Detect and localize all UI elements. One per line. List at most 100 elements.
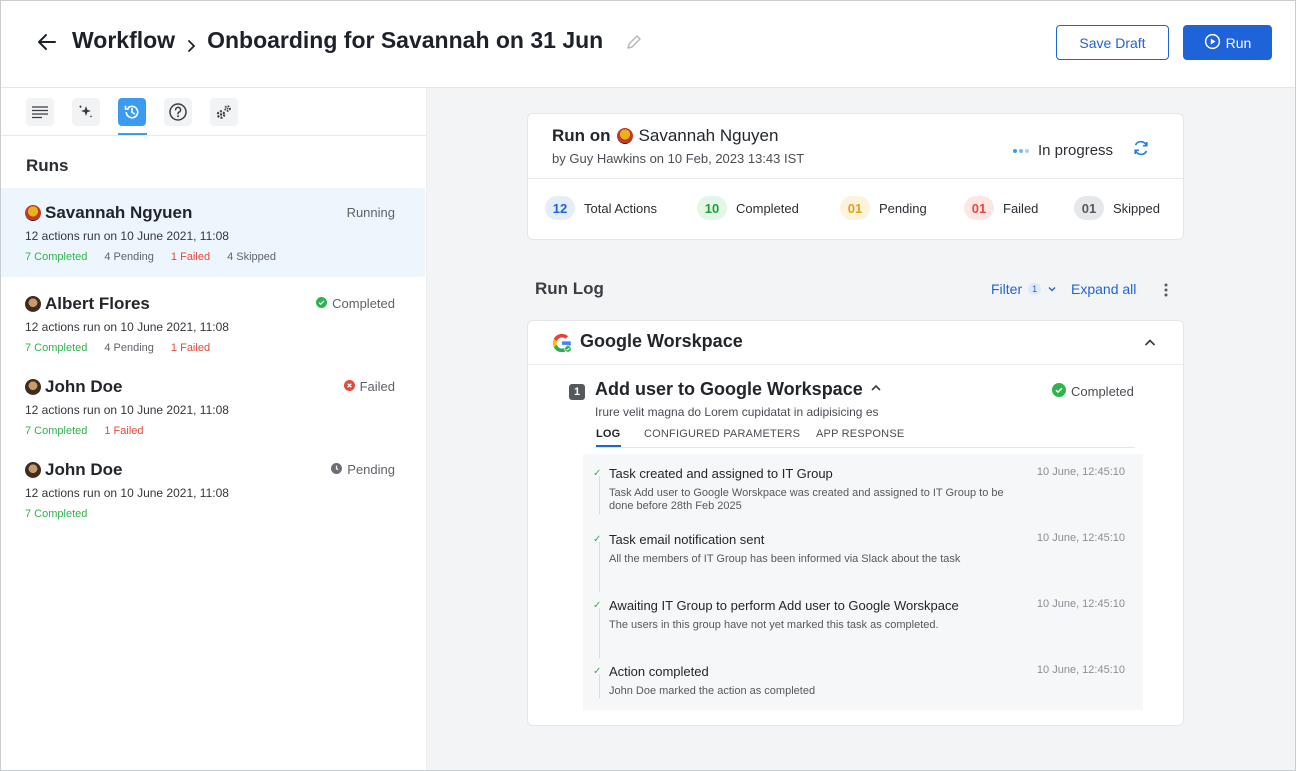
run-list-item[interactable]: Savannah Ngyuen Running 12 actions run o… [1,188,425,277]
run-list-item[interactable]: Albert Flores Completed 12 actions run o… [1,279,425,368]
log-entry-title: Awaiting IT Group to perform Add user to… [609,598,959,613]
list-icon[interactable] [26,98,54,126]
pencil-icon[interactable] [625,33,643,51]
app-window: Workflow Onboarding for Savannah on 31 J… [0,0,1296,771]
tab-app-response[interactable]: APP RESPONSE [816,428,904,440]
tab-configured-parameters[interactable]: CONFIGURED PARAMETERS [644,428,800,440]
run-meta: by Guy Hawkins on 10 Feb, 2023 13:43 IST [552,151,804,166]
filter-dropdown[interactable]: Filter 1 [991,281,1057,297]
run-subtitle: 12 actions run on 10 June 2021, 11:08 [25,486,229,500]
run-button-label: Run [1225,34,1252,51]
run-name: Albert Flores [25,294,150,314]
filter-label: Filter [991,281,1023,297]
google-logo-icon [551,332,573,354]
action-title-text: Add user to Google Workspace [595,379,863,399]
log-entry-title: Task email notification sent [609,532,765,547]
timeline-connector [599,674,600,698]
action-status: Completed [1052,383,1134,400]
check-icon: ✓ [593,600,602,611]
run-on-heading: Run on Savannah Nguyen [552,126,778,146]
run-stats: 7 Completed 1 Failed [25,425,144,437]
check-circle-icon [316,296,328,311]
completed-count: 7 Completed [25,508,88,520]
log-entry-title: Task created and assigned to IT Group [609,466,833,481]
run-log-heading: Run Log [535,279,604,298]
stat-label: Skipped [1113,200,1160,216]
runs-sidebar: Runs Savannah Ngyuen Running 12 actions … [1,88,427,770]
stat-count-pill: 01 [964,196,994,220]
active-tab-indicator [596,445,621,447]
run-subtitle: 12 actions run on 10 June 2021, 11:08 [25,229,229,243]
pending-count: 4 Pending [104,342,154,354]
stat-label: Failed [1003,200,1039,216]
log-entry-description: All the members of IT Group has been inf… [609,553,961,565]
chevron-up-icon[interactable] [869,379,883,400]
failed-count: 1 Failed [170,251,211,263]
breadcrumb-root[interactable]: Workflow [72,27,175,54]
history-icon[interactable] [118,98,146,126]
run-list-item[interactable]: John Doe Pending 12 actions run on 10 Ju… [1,445,425,534]
chevron-right-icon [183,33,199,52]
skipped-count: 4 Skipped [227,251,276,263]
run-name: John Doe [25,460,122,480]
run-name-text: Savannah Ngyuen [45,203,193,222]
run-list-item[interactable]: John Doe Failed 12 actions run on 10 Jun… [1,362,425,451]
run-name-text: Albert Flores [45,294,150,313]
progress-text: In progress [1038,141,1114,159]
run-status: Failed [343,379,395,394]
completed-count: 7 Completed [25,251,88,263]
check-icon: ✓ [593,666,602,677]
avatar [25,296,41,312]
stat-label: Total Actions [584,200,657,216]
run-button[interactable]: Run [1183,25,1272,60]
run-status-text: Running [346,205,395,220]
refresh-icon[interactable] [1131,138,1151,162]
breadcrumb: Workflow Onboarding for Savannah on 31 J… [72,27,603,54]
active-tool-indicator [118,133,147,135]
action-description: Irure velit magna do Lorem cupidatat in … [595,405,879,419]
check-icon: ✓ [593,468,602,479]
back-arrow-icon[interactable] [35,30,59,54]
log-entry-time: 10 June, 12:45:10 [1036,598,1125,610]
avatar [25,379,41,395]
pending-clock-icon [331,462,343,477]
app-section-card: Google Worskpace 1 Add user to Google Wo… [527,320,1184,726]
settings-gears-icon[interactable] [210,98,238,126]
save-draft-button[interactable]: Save Draft [1056,25,1169,60]
x-circle-icon [343,379,355,394]
stat-skipped: 01 Skipped [1074,196,1160,220]
action-title[interactable]: Add user to Google Workspace [595,379,883,400]
run-progress-status: In progress [1012,138,1151,162]
action-tabs: LOG CONFIGURED PARAMETERS APP RESPONSE [595,426,1135,448]
tab-log[interactable]: LOG [596,428,620,440]
avatar [25,205,41,221]
app-section-header[interactable]: Google Worskpace [528,321,1183,365]
stat-label: Pending [879,200,927,216]
run-status: Pending [331,462,395,477]
check-icon: ✓ [593,534,602,545]
run-stats: 7 Completed 4 Pending 1 Failed [25,342,210,354]
avatar [616,128,633,144]
run-on-label: Run on [552,126,611,145]
stat-failed: 01 Failed [964,196,1038,220]
run-name: John Doe [25,377,122,397]
page-title: Onboarding for Savannah on 31 Jun [207,27,604,53]
log-timeline: ✓ Task created and assigned to IT Group … [583,454,1143,710]
run-name: Savannah Ngyuen [25,203,192,223]
log-entry-description: The users in this group have not yet mar… [609,619,939,631]
failed-count: 1 Failed [104,425,144,437]
expand-all-link[interactable]: Expand all [1071,281,1136,297]
sidebar-toolbar [1,88,427,136]
run-status-text: Failed [359,379,395,394]
runs-heading: Runs [26,156,69,175]
failed-count: 1 Failed [170,342,211,354]
chevron-up-icon[interactable] [1142,335,1158,351]
play-circle-icon [1204,33,1221,53]
run-stats: 7 Completed 4 Pending 1 Failed 4 Skipped [25,251,276,263]
sparkle-icon[interactable] [72,98,100,126]
help-icon[interactable] [164,98,192,126]
avatar [25,462,41,478]
more-options-icon[interactable] [1161,282,1171,298]
by-prefix: by [552,151,566,166]
run-status-text: Pending [347,462,395,477]
